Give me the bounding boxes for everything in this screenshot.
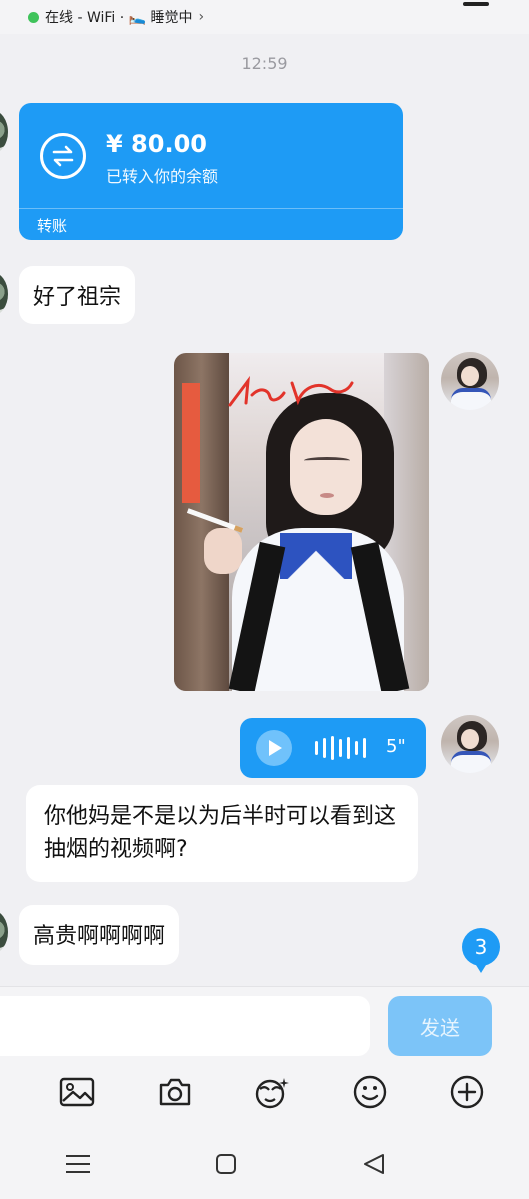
contact-avatar[interactable] <box>0 110 8 154</box>
sticker-icon[interactable] <box>251 1072 291 1112</box>
message-bubble[interactable]: 你他妈是不是以为后半时可以看到这抽烟的视频啊? <box>26 785 418 882</box>
transfer-subtitle: 已转入你的余额 <box>106 167 219 186</box>
photo-face <box>290 419 362 515</box>
transfer-label: 转账 <box>37 217 68 235</box>
system-nav-bar <box>0 1128 529 1199</box>
home-icon[interactable] <box>208 1146 244 1182</box>
online-dot-icon <box>28 11 39 23</box>
avatar-shirt <box>451 751 491 773</box>
image-message[interactable] <box>174 353 429 691</box>
photo-hand <box>204 528 242 574</box>
my-avatar[interactable] <box>441 715 499 773</box>
message-input[interactable] <box>0 996 370 1056</box>
divider <box>19 208 403 209</box>
chevron-right-icon: › <box>198 9 205 25</box>
presence-text: 在线 - WiFi · 🛌 睡觉中 <box>45 10 193 26</box>
presence-status[interactable]: 在线 - WiFi · 🛌 睡觉中 › <box>28 6 204 28</box>
send-button[interactable]: 发送 <box>388 996 492 1056</box>
voice-message[interactable]: 5" <box>240 718 426 778</box>
avatar-face <box>461 729 479 749</box>
camera-icon[interactable] <box>155 1072 195 1112</box>
message-bubble[interactable]: 好了祖宗 <box>19 266 136 324</box>
red-scribble-icon <box>228 375 354 407</box>
image-icon[interactable] <box>57 1072 97 1112</box>
avatar-shirt <box>451 388 491 410</box>
play-icon[interactable] <box>256 730 292 766</box>
photo-pixelated-area <box>182 383 200 503</box>
menu-icon[interactable] <box>463 2 489 6</box>
unread-count-badge[interactable]: 3 <box>462 928 500 973</box>
photo-eyes <box>304 457 350 464</box>
menu-icon[interactable] <box>60 1146 96 1182</box>
waveform-icon <box>315 736 366 760</box>
photo-mouth <box>320 493 334 498</box>
back-icon[interactable] <box>356 1146 392 1182</box>
status-bar: 在线 - WiFi · 🛌 睡觉中 › <box>0 0 529 34</box>
transfer-arrows-icon <box>40 133 86 179</box>
transfer-amount: ¥ 80.00 <box>106 130 207 158</box>
message-bubble[interactable]: 高贵啊啊啊啊 <box>19 905 180 965</box>
message-timestamp: 12:59 <box>241 54 288 73</box>
voice-duration: 5" <box>386 736 406 757</box>
message-text: 高贵啊啊啊啊 <box>33 924 166 949</box>
chat-toolbar <box>0 1068 529 1128</box>
plus-icon[interactable] <box>447 1072 487 1112</box>
message-text: 好了祖宗 <box>33 285 122 310</box>
contact-avatar[interactable] <box>0 272 8 316</box>
my-avatar[interactable] <box>441 352 499 410</box>
avatar-face <box>461 366 479 386</box>
message-text: 你他妈是不是以为后半时可以看到这抽烟的视频啊? <box>44 804 397 862</box>
transfer-card[interactable]: ¥ 80.00 已转入你的余额 转账 <box>19 103 403 240</box>
contact-avatar[interactable] <box>0 910 8 954</box>
input-bar: 发送 <box>0 986 529 1069</box>
emoji-icon[interactable] <box>350 1072 390 1112</box>
photo-collar <box>280 533 352 579</box>
